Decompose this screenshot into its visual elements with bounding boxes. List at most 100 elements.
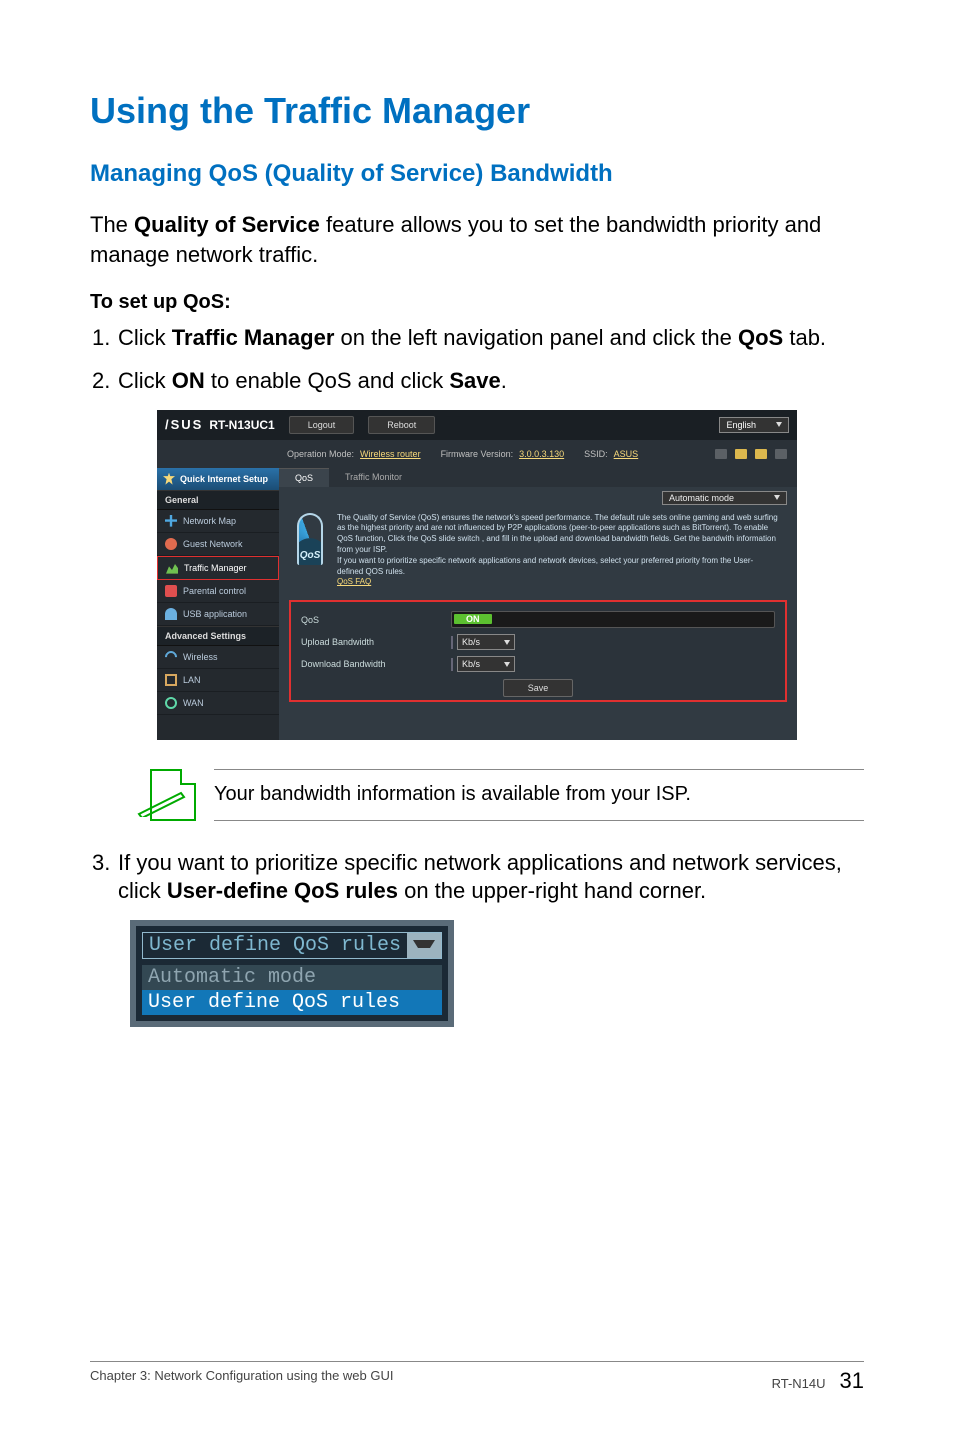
chevron-down-icon — [504, 662, 510, 667]
fw-value[interactable]: 3.0.0.3.130 — [519, 449, 564, 459]
step2-bold2: Save — [449, 368, 500, 393]
ssid-label: SSID: — [584, 449, 608, 459]
dropdown-option-user-define[interactable]: User define QoS rules — [142, 990, 442, 1015]
download-unit-select[interactable]: Kb/s — [457, 656, 515, 672]
upload-unit-select[interactable]: Kb/s — [457, 634, 515, 650]
sidebar-item-lan[interactable]: LAN — [157, 669, 279, 692]
download-input[interactable] — [451, 658, 453, 671]
router-infobar: Operation Mode: Wireless router Firmware… — [157, 440, 797, 468]
upload-input[interactable] — [451, 636, 453, 649]
step1-a: Click — [118, 325, 172, 350]
logout-button[interactable]: Logout — [289, 416, 355, 434]
qos-description: The Quality of Service (QoS) ensures the… — [337, 513, 779, 589]
intro-text-a: The — [90, 212, 134, 237]
router-titlebar: /SUS RT-N13UC1 Logout Reboot English — [157, 410, 797, 440]
ssid-value[interactable]: ASUS — [614, 449, 639, 459]
op-mode-label: Operation Mode: — [287, 449, 354, 459]
quick-setup-label: Quick Internet Setup — [180, 474, 268, 484]
chevron-down-icon — [504, 640, 510, 645]
save-button[interactable]: Save — [503, 679, 574, 697]
step3-b: on the upper-right hand corner. — [398, 878, 706, 903]
language-select[interactable]: English — [719, 417, 789, 433]
toggle-off-space — [492, 614, 524, 624]
note-icon — [150, 769, 196, 821]
status-icon[interactable] — [755, 449, 767, 459]
dropdown-screenshot: User define QoS rules Automatic mode Use… — [90, 920, 864, 1027]
step2-bold1: ON — [172, 368, 205, 393]
page-heading: Using the Traffic Manager — [90, 90, 864, 132]
chevron-down-icon — [776, 422, 782, 427]
status-icon[interactable] — [775, 449, 787, 459]
download-label: Download Bandwidth — [301, 659, 451, 669]
sidebar-item-wan[interactable]: WAN — [157, 692, 279, 715]
step1-c: tab. — [783, 325, 826, 350]
usb-app-label: USB application — [183, 609, 247, 619]
qos-faq-link[interactable]: QoS FAQ — [337, 577, 371, 586]
sidebar-item-guest-network[interactable]: Guest Network — [157, 533, 279, 556]
note-block: Your bandwidth information is available … — [150, 769, 864, 821]
reboot-button[interactable]: Reboot — [368, 416, 435, 434]
wizard-icon — [163, 473, 175, 485]
step-2-number: 2. — [92, 367, 118, 396]
status-icon[interactable] — [735, 449, 747, 459]
intro-paragraph: The Quality of Service feature allows yo… — [90, 210, 864, 269]
step3-bold: User-define QoS rules — [167, 878, 398, 903]
router-screenshot: /SUS RT-N13UC1 Logout Reboot English Ope… — [90, 410, 864, 763]
op-mode-value[interactable]: Wireless router — [360, 449, 421, 459]
traffic-manager-label: Traffic Manager — [184, 563, 247, 573]
step1-bold2: QoS — [738, 325, 783, 350]
step2-c: . — [501, 368, 507, 393]
step-2: 2. Click ON to enable QoS and click Save… — [90, 367, 864, 396]
step2-b: to enable QoS and click — [205, 368, 450, 393]
sidebar-item-usb-application[interactable]: USB application — [157, 603, 279, 626]
tab-qos[interactable]: QoS — [279, 468, 329, 487]
footer-right: RT-N14U31 — [772, 1368, 864, 1394]
unit-label: Kb/s — [462, 637, 480, 647]
sidebar-item-wireless[interactable]: Wireless — [157, 646, 279, 669]
status-icon[interactable] — [715, 449, 727, 459]
sidebar-item-parental-control[interactable]: Parental control — [157, 580, 279, 603]
qos-rules-select-value: User define QoS rules — [143, 933, 407, 958]
parental-control-icon — [165, 585, 177, 597]
qos-form-highlight: QoS ON Upload Bandwidth Kb/s Download Ba… — [289, 600, 787, 702]
sidebar-item-traffic-manager[interactable]: Traffic Manager — [157, 556, 279, 580]
lan-label: LAN — [183, 675, 201, 685]
dropdown-option-automatic[interactable]: Automatic mode — [142, 965, 442, 990]
step2-a: Click — [118, 368, 172, 393]
qos-gauge-icon — [297, 513, 323, 565]
step1-bold1: Traffic Manager — [172, 325, 335, 350]
sidebar-item-network-map[interactable]: Network Map — [157, 510, 279, 533]
page-footer: Chapter 3: Network Configuration using t… — [90, 1361, 864, 1394]
router-sidebar: Quick Internet Setup General Network Map… — [157, 468, 279, 740]
section-heading: Managing QoS (Quality of Service) Bandwi… — [90, 160, 864, 188]
network-map-label: Network Map — [183, 516, 236, 526]
note-text: Your bandwidth information is available … — [214, 783, 691, 806]
step1-b: on the left navigation panel and click t… — [334, 325, 738, 350]
guest-network-icon — [165, 538, 177, 550]
sidebar-section-advanced: Advanced Settings — [157, 626, 279, 646]
parental-control-label: Parental control — [183, 586, 246, 596]
step-1-number: 1. — [92, 324, 118, 353]
fw-label: Firmware Version: — [441, 449, 514, 459]
wan-label: WAN — [183, 698, 204, 708]
qos-toggle-label: QoS — [301, 615, 451, 625]
step-3-body: If you want to prioritize specific netwo… — [118, 849, 864, 906]
chevron-down-icon — [407, 933, 441, 958]
lan-icon — [165, 674, 177, 686]
guest-network-label: Guest Network — [183, 539, 243, 549]
sidebar-quick-setup[interactable]: Quick Internet Setup — [157, 468, 279, 490]
tab-traffic-monitor[interactable]: Traffic Monitor — [329, 468, 418, 487]
traffic-manager-icon — [166, 562, 178, 574]
router-main: QoS Traffic Monitor Automatic mode The Q… — [279, 468, 797, 740]
qos-rules-select[interactable]: User define QoS rules — [142, 932, 442, 959]
step-3-number: 3. — [92, 849, 118, 906]
desc-line1: The Quality of Service (QoS) ensures the… — [337, 513, 778, 554]
wifi-icon — [163, 648, 180, 665]
brand-logo: /SUS — [165, 417, 203, 432]
qos-mode-value: Automatic mode — [669, 493, 734, 503]
step-1: 1. Click Traffic Manager on the left nav… — [90, 324, 864, 353]
step-1-body: Click Traffic Manager on the left naviga… — [118, 324, 864, 353]
qos-mode-select[interactable]: Automatic mode — [662, 491, 787, 505]
tab-bar: QoS Traffic Monitor — [279, 468, 797, 487]
qos-toggle[interactable]: ON — [451, 611, 775, 628]
